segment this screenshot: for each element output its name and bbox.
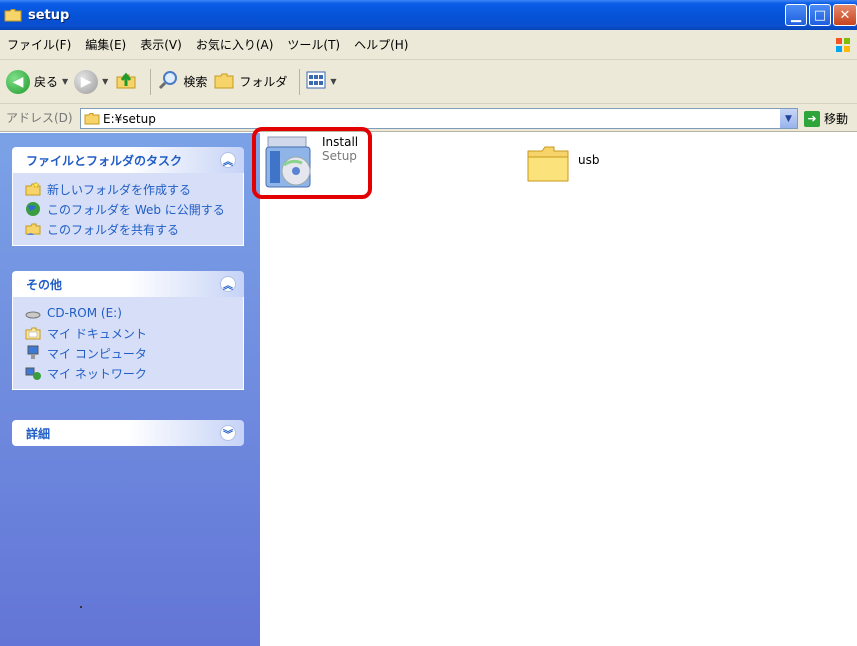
task-pane: ファイルとフォルダのタスク ︽ 新しいフォルダを作成する このフォルダを Web… bbox=[0, 133, 260, 646]
toolbar-separator bbox=[299, 68, 301, 95]
title-bar: setup ▁ □ ✕ bbox=[0, 0, 857, 30]
my-documents-icon bbox=[25, 325, 41, 341]
address-path: E:¥setup bbox=[103, 111, 156, 126]
folders-icon bbox=[213, 70, 235, 93]
my-network-icon bbox=[25, 365, 41, 381]
share-folder-icon bbox=[25, 221, 41, 237]
folder-icon bbox=[4, 8, 22, 22]
close-button[interactable]: ✕ bbox=[833, 4, 857, 26]
place-my-computer[interactable]: マイ コンピュータ bbox=[25, 343, 243, 363]
menu-favorites[interactable]: お気に入り(A) bbox=[189, 36, 281, 53]
window-title: setup bbox=[28, 7, 70, 23]
toolbar: ◀ 戻る ▼ ▶ ▼ 検索 フォルダ ▼ bbox=[0, 60, 857, 104]
back-button[interactable]: ◀ 戻る ▼ bbox=[6, 69, 68, 94]
task-share-folder-label: このフォルダを共有する bbox=[47, 222, 180, 237]
views-icon bbox=[306, 71, 326, 92]
menu-file[interactable]: ファイル(F) bbox=[0, 36, 78, 53]
minimize-button[interactable]: ▁ bbox=[785, 4, 807, 26]
place-cdrom-label: CD-ROM (E:) bbox=[47, 306, 122, 320]
address-bar: アドレス(D) E:¥setup ▼ ➜ 移動 bbox=[0, 104, 857, 132]
task-new-folder-label: 新しいフォルダを作成する bbox=[47, 182, 192, 197]
back-label: 戻る bbox=[34, 75, 59, 89]
tasks-panel-header[interactable]: ファイルとフォルダのタスク ︽ bbox=[12, 147, 244, 173]
go-label: 移動 bbox=[824, 112, 849, 126]
windows-logo-icon bbox=[835, 37, 851, 53]
address-label: アドレス(D) bbox=[6, 111, 73, 125]
highlight-box bbox=[252, 127, 372, 199]
up-folder-button[interactable] bbox=[114, 68, 138, 95]
other-places-header[interactable]: その他 ︽ bbox=[12, 271, 244, 297]
other-places-title: その他 bbox=[26, 277, 63, 292]
collapse-icon[interactable]: ︽ bbox=[220, 152, 236, 168]
my-computer-icon bbox=[25, 345, 41, 361]
task-publish-web[interactable]: このフォルダを Web に公開する bbox=[25, 199, 243, 219]
task-publish-web-label: このフォルダを Web に公開する bbox=[47, 202, 225, 217]
other-places-body: CD-ROM (E:) マイ ドキュメント マイ コンピュータ マイ ネットワー… bbox=[12, 297, 244, 390]
maximize-button[interactable]: □ bbox=[809, 4, 831, 26]
up-folder-icon bbox=[114, 68, 138, 95]
folder-name: usb bbox=[578, 153, 600, 167]
tasks-panel-body: 新しいフォルダを作成する このフォルダを Web に公開する このフォルダを共有… bbox=[12, 173, 244, 246]
expand-icon[interactable]: ︾ bbox=[220, 425, 236, 441]
tasks-panel-title: ファイルとフォルダのタスク bbox=[26, 153, 183, 168]
place-my-documents-label: マイ ドキュメント bbox=[47, 326, 147, 341]
folder-item-usb[interactable]: usb bbox=[526, 143, 599, 186]
back-arrow-icon: ◀ bbox=[6, 69, 30, 94]
place-my-network[interactable]: マイ ネットワーク bbox=[25, 363, 243, 383]
stray-pixel bbox=[80, 606, 82, 608]
forward-arrow-icon: ▶ bbox=[74, 69, 99, 94]
task-share-folder[interactable]: このフォルダを共有する bbox=[25, 219, 243, 239]
go-button[interactable]: ➜ 移動 bbox=[804, 110, 848, 127]
folder-icon bbox=[84, 112, 100, 128]
collapse-icon[interactable]: ︽ bbox=[220, 276, 236, 292]
address-input[interactable]: E:¥setup ▼ bbox=[80, 108, 798, 129]
folders-label: フォルダ bbox=[239, 75, 288, 89]
menu-edit[interactable]: 編集(E) bbox=[78, 36, 133, 53]
cd-drive-icon bbox=[25, 305, 41, 321]
folder-icon bbox=[526, 143, 570, 186]
details-panel: 詳細 ︾ bbox=[12, 420, 244, 446]
dropdown-arrow-icon[interactable]: ▼ bbox=[62, 77, 68, 86]
place-my-computer-label: マイ コンピュータ bbox=[47, 346, 147, 361]
globe-icon bbox=[25, 201, 41, 217]
menu-help[interactable]: ヘルプ(H) bbox=[347, 36, 415, 53]
search-label: 検索 bbox=[183, 75, 208, 89]
tasks-panel: ファイルとフォルダのタスク ︽ 新しいフォルダを作成する このフォルダを Web… bbox=[12, 147, 244, 246]
search-button[interactable]: 検索 bbox=[157, 69, 207, 94]
toolbar-separator bbox=[150, 68, 152, 95]
task-new-folder[interactable]: 新しいフォルダを作成する bbox=[25, 179, 243, 199]
details-panel-title: 詳細 bbox=[26, 426, 51, 441]
go-arrow-icon: ➜ bbox=[804, 110, 820, 127]
menu-bar: ファイル(F) 編集(E) 表示(V) お気に入り(A) ツール(T) ヘルプ(… bbox=[0, 30, 857, 60]
dropdown-arrow-icon[interactable]: ▼ bbox=[330, 77, 336, 86]
other-places-panel: その他 ︽ CD-ROM (E:) マイ ドキュメント マイ コンピュータ マイ… bbox=[12, 271, 244, 390]
place-my-network-label: マイ ネットワーク bbox=[47, 366, 147, 381]
forward-button[interactable]: ▶ ▼ bbox=[74, 69, 108, 94]
address-dropdown-icon[interactable]: ▼ bbox=[780, 109, 797, 128]
new-folder-icon bbox=[25, 181, 41, 197]
dropdown-arrow-icon[interactable]: ▼ bbox=[102, 77, 108, 86]
folders-button[interactable]: フォルダ bbox=[213, 70, 287, 93]
details-panel-header[interactable]: 詳細 ︾ bbox=[12, 420, 244, 446]
menu-tools[interactable]: ツール(T) bbox=[280, 36, 347, 53]
place-cdrom[interactable]: CD-ROM (E:) bbox=[25, 303, 243, 323]
menu-view[interactable]: 表示(V) bbox=[133, 36, 189, 53]
search-icon bbox=[157, 69, 179, 94]
place-my-documents[interactable]: マイ ドキュメント bbox=[25, 323, 243, 343]
views-button[interactable]: ▼ bbox=[306, 71, 337, 92]
